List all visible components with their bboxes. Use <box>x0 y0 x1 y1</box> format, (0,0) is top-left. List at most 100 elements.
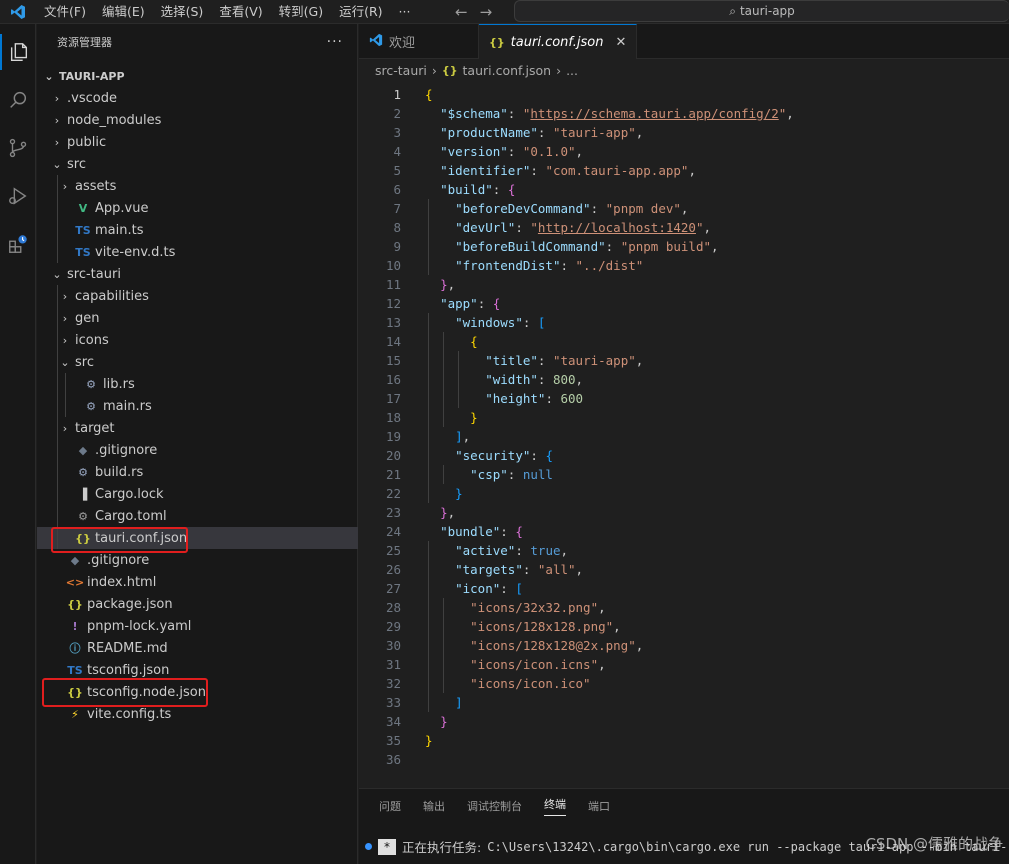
tree-item[interactable]: {} tsconfig.node.json <box>37 681 358 703</box>
line-number: 22 <box>385 486 401 501</box>
workspace-root[interactable]: ⌄ TAURI-APP <box>37 65 358 87</box>
menu-item[interactable]: 转到(G) <box>271 0 331 24</box>
search-icon[interactable] <box>0 82 36 118</box>
tree-item[interactable]: › icons <box>37 329 358 351</box>
code-line[interactable]: 16 "width": 800, <box>359 370 1009 389</box>
tree-item[interactable]: ▐ Cargo.lock <box>37 483 358 505</box>
tree-item[interactable]: {} package.json <box>37 593 358 615</box>
code-line[interactable]: 1{ <box>359 85 1009 104</box>
tree-item[interactable]: ⌄ src <box>37 351 358 373</box>
code-line[interactable]: 28 "icons/32x32.png", <box>359 598 1009 617</box>
tab-tauri-conf-json[interactable]: {} tauri.conf.json ✕ <box>479 24 638 59</box>
code-line[interactable]: 23 }, <box>359 503 1009 522</box>
breadcrumb-item[interactable]: ... <box>566 63 578 78</box>
code-line[interactable]: 12 "app": { <box>359 294 1009 313</box>
run-debug-icon[interactable] <box>0 178 36 214</box>
tree-item[interactable]: ⚙ lib.rs <box>37 373 358 395</box>
code-line[interactable]: 22 } <box>359 484 1009 503</box>
code-line[interactable]: 26 "targets": "all", <box>359 560 1009 579</box>
tree-item[interactable]: {} tauri.conf.json <box>37 527 358 549</box>
menu-item[interactable]: 运行(R) <box>331 0 390 24</box>
forward-arrow-icon[interactable]: → <box>480 3 493 21</box>
source-control-icon[interactable] <box>0 130 36 166</box>
tree-item[interactable]: ◆ .gitignore <box>37 439 358 461</box>
code-line[interactable]: 7 "beforeDevCommand": "pnpm dev", <box>359 199 1009 218</box>
tree-item[interactable]: ! pnpm-lock.yaml <box>37 615 358 637</box>
tree-item[interactable]: TS main.ts <box>37 219 358 241</box>
breadcrumb-item[interactable]: tauri.conf.json <box>463 63 552 78</box>
tree-item[interactable]: › capabilities <box>37 285 358 307</box>
code-line[interactable]: 2 "$schema": "https://schema.tauri.app/c… <box>359 104 1009 123</box>
tree-item[interactable]: ⌄ src <box>37 153 358 175</box>
tree-item[interactable]: V App.vue <box>37 197 358 219</box>
panel-tab[interactable]: 输出 <box>423 798 445 814</box>
code-line[interactable]: 29 "icons/128x128.png", <box>359 617 1009 636</box>
tree-item[interactable]: ⓘ README.md <box>37 637 358 659</box>
code-line[interactable]: 10 "frontendDist": "../dist" <box>359 256 1009 275</box>
close-icon[interactable]: ✕ <box>615 35 626 50</box>
code-line[interactable]: 36 <box>359 750 1009 769</box>
tree-item-label: tsconfig.json <box>87 662 170 678</box>
tree-item[interactable]: ⚡ vite.config.ts <box>37 703 358 725</box>
menu-item[interactable]: 查看(V) <box>211 0 270 24</box>
code-line[interactable]: 35} <box>359 731 1009 750</box>
line-number: 30 <box>385 638 401 653</box>
tree-item[interactable]: <> index.html <box>37 571 358 593</box>
tab-welcome[interactable]: 欢迎 <box>359 24 479 59</box>
tree-item[interactable]: › assets <box>37 175 358 197</box>
explorer-more-button[interactable]: ··· <box>327 34 343 50</box>
code-line[interactable]: 14 { <box>359 332 1009 351</box>
menu-item[interactable]: 编辑(E) <box>94 0 153 24</box>
code-text: } <box>470 410 478 425</box>
code-line[interactable]: 3 "productName": "tauri-app", <box>359 123 1009 142</box>
panel-tab[interactable]: 端口 <box>588 798 610 814</box>
tree-item[interactable]: › public <box>37 131 358 153</box>
code-line[interactable]: 13 "windows": [ <box>359 313 1009 332</box>
tree-item[interactable]: ⌄ src-tauri <box>37 263 358 285</box>
panel-tab[interactable]: 调试控制台 <box>467 798 522 814</box>
tree-item[interactable]: › gen <box>37 307 358 329</box>
code-line[interactable]: 20 "security": { <box>359 446 1009 465</box>
tree-item[interactable]: TS tsconfig.json <box>37 659 358 681</box>
code-line[interactable]: 18 } <box>359 408 1009 427</box>
code-line[interactable]: 19 ], <box>359 427 1009 446</box>
tree-item[interactable]: ◆ .gitignore <box>37 549 358 571</box>
panel-tab[interactable]: 问题 <box>379 798 401 814</box>
back-arrow-icon[interactable]: ← <box>455 3 468 21</box>
tree-item[interactable]: ⚙ build.rs <box>37 461 358 483</box>
code-line[interactable]: 4 "version": "0.1.0", <box>359 142 1009 161</box>
code-line[interactable]: 8 "devUrl": "http://localhost:1420", <box>359 218 1009 237</box>
code-area[interactable]: 1{2 "$schema": "https://schema.tauri.app… <box>359 85 1009 769</box>
explorer-icon[interactable] <box>0 34 36 70</box>
code-line[interactable]: 27 "icon": [ <box>359 579 1009 598</box>
panel-tab[interactable]: 终端 <box>544 796 566 816</box>
command-center-search[interactable]: ⌕ tauri-app <box>514 0 1009 22</box>
tree-item[interactable]: ⚙ Cargo.toml <box>37 505 358 527</box>
code-line[interactable]: 31 "icons/icon.icns", <box>359 655 1009 674</box>
code-line[interactable]: 21 "csp": null <box>359 465 1009 484</box>
code-line[interactable]: 30 "icons/128x128@2x.png", <box>359 636 1009 655</box>
tree-item[interactable]: › target <box>37 417 358 439</box>
menu-more-button[interactable]: ··· <box>391 0 419 24</box>
code-line[interactable]: 32 "icons/icon.ico" <box>359 674 1009 693</box>
code-line[interactable]: 24 "bundle": { <box>359 522 1009 541</box>
breadcrumb-item[interactable]: src-tauri <box>375 63 427 78</box>
code-line[interactable]: 34 } <box>359 712 1009 731</box>
code-line[interactable]: 9 "beforeBuildCommand": "pnpm build", <box>359 237 1009 256</box>
tree-item[interactable]: ⚙ main.rs <box>37 395 358 417</box>
tree-item-label: .gitignore <box>87 552 150 568</box>
menu-item[interactable]: 选择(S) <box>153 0 212 24</box>
code-line[interactable]: 11 }, <box>359 275 1009 294</box>
code-line[interactable]: 6 "build": { <box>359 180 1009 199</box>
code-line[interactable]: 5 "identifier": "com.tauri-app.app", <box>359 161 1009 180</box>
code-line[interactable]: 25 "active": true, <box>359 541 1009 560</box>
code-line[interactable]: 33 ] <box>359 693 1009 712</box>
menu-item[interactable]: 文件(F) <box>36 0 94 24</box>
code-text: "targets": "all", <box>455 562 584 577</box>
extensions-icon[interactable] <box>0 226 36 262</box>
tree-item[interactable]: › .vscode <box>37 87 358 109</box>
tree-item[interactable]: TS vite-env.d.ts <box>37 241 358 263</box>
code-line[interactable]: 17 "height": 600 <box>359 389 1009 408</box>
tree-item[interactable]: › node_modules <box>37 109 358 131</box>
code-line[interactable]: 15 "title": "tauri-app", <box>359 351 1009 370</box>
